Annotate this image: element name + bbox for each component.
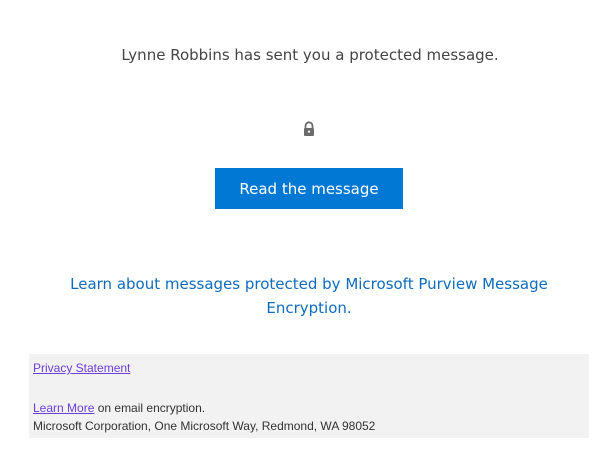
read-message-button[interactable]: Read the message: [215, 168, 403, 209]
message-headline: Lynne Robbins has sent you a protected m…: [121, 46, 499, 64]
learn-more-suffix: on email encryption.: [94, 401, 206, 415]
company-address: Microsoft Corporation, One Microsoft Way…: [33, 419, 376, 433]
learn-more-link[interactable]: Learn More: [33, 401, 94, 415]
footer: Privacy Statement Learn More on email en…: [29, 354, 589, 438]
lock-icon: [302, 121, 316, 137]
learn-more-line: Learn More on email encryption.: [33, 401, 205, 415]
privacy-statement-link[interactable]: Privacy Statement: [33, 361, 130, 375]
learn-about-encryption-link[interactable]: Learn about messages protected by Micros…: [60, 272, 558, 320]
